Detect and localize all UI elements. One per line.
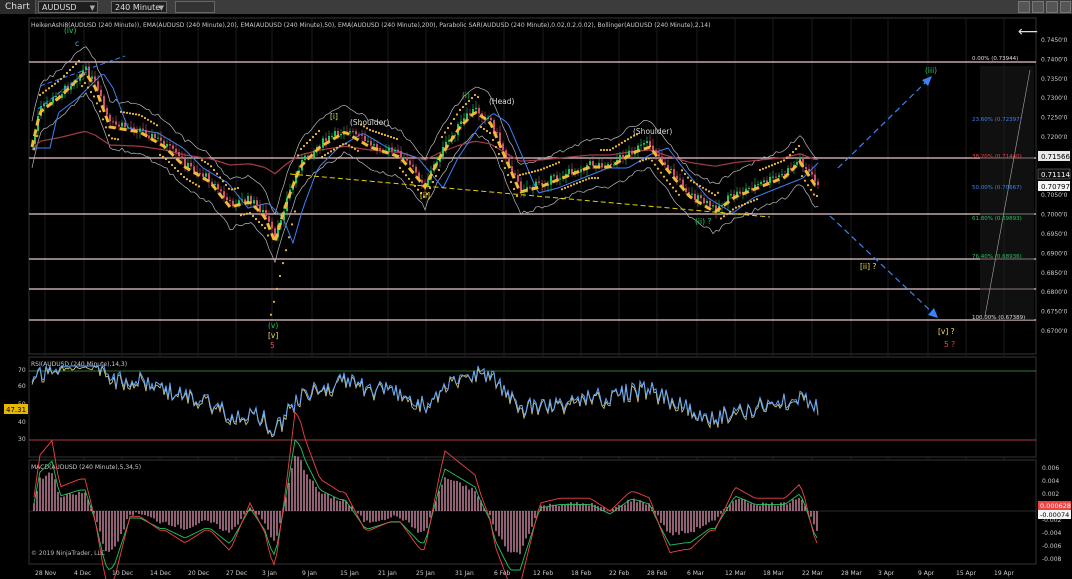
label-shoulder-left: (Shoulder) [350,118,389,127]
x-tick-label: 12 Feb [533,570,553,577]
price-badge-upper: 0.71566 [1041,153,1070,161]
x-tick-label: 9 Apr [918,570,935,577]
label-shoulder-right: (Shoulder) [633,127,672,136]
price-indicators-label: HeikenAshi8(AUDUSD (240 Minute)), EMA(AU… [31,22,710,29]
wave-label-ii-sq-q: [ii] ? [860,262,876,271]
price-tick-label: 0.7350'0 [1041,76,1068,83]
chevron-down-icon: ▼ [158,4,164,12]
macd-badge-upper-text: 0.000628 [1040,502,1071,510]
x-tick-label: 19 Apr [994,570,1014,577]
price-tick-label: 0.6750'0 [1041,309,1068,316]
price-badge-current: 0.71114 [1041,171,1070,179]
wave-label-iv: (iv) [64,26,76,35]
macd-tick-label: 0.002 [1042,491,1059,498]
macd-tick-label: -0.004 [1042,530,1062,537]
price-tick-label: 0.7250'0 [1041,115,1068,122]
x-tick-label: 15 Apr [956,570,976,577]
rsi-tick-label: 30 [18,436,26,443]
interval-selector[interactable]: 240 Minute ▼ [111,1,167,13]
macd-tick-label: 0.004 [1042,478,1059,485]
price-badge-lower: 0.70797 [1041,183,1070,191]
fib-level-label: 61.80% (0.69893) [972,216,1022,222]
x-tick-label: 10 Dec [112,570,133,577]
price-tick-label: 0.6850'0 [1041,270,1068,277]
x-tick-label: 18 Mar [763,570,784,577]
macd-badge-lower-text: -0.00074 [1040,511,1069,519]
wave-label-5-q: 5 ? [944,340,955,349]
x-tick-label: 21 Jan [378,570,397,577]
price-tick-label: 0.7200'0 [1041,134,1068,141]
wave-label-v-sq: [v] [268,331,278,340]
x-tick-label: 18 Feb [571,570,591,577]
fib-level-label: 50.00% (0.70667) [972,185,1022,191]
wave-label-iii: (iii) [925,66,937,75]
toolbar-button-group[interactable] [175,1,215,13]
price-panel[interactable] [28,17,1037,355]
window-menu-button[interactable] [1060,1,1071,13]
x-tick-label: 25 Jan [416,570,435,577]
x-tick-label: 4 Dec [74,570,91,577]
wave-label-ii-q: (ii) ? [695,217,711,226]
window-tile-button[interactable] [1032,1,1044,13]
x-tick-label: 28 Feb [647,570,667,577]
x-tick-label: 28 Mar [841,570,862,577]
fib-level-label: 38.20% (0.71440) [972,154,1022,160]
fib-level-label: 23.60% (0.72397) [972,117,1022,123]
chevron-down-icon: ▼ [89,4,95,12]
x-tick-label: 20 Dec [188,570,209,577]
x-tick-label: 22 Feb [609,570,629,577]
fib-retracement-zone [980,66,1034,320]
x-tick-label: 3 Apr [878,570,895,577]
price-tick-label: 0.6700'0 [1041,328,1068,335]
instrument-selector[interactable]: AUDUSD ▼ [38,1,98,13]
price-tick-label: 0.7300'0 [1041,95,1068,102]
instrument-value: AUDUSD [42,3,77,12]
fib-level-label: 76.40% (0.68936) [972,254,1022,260]
x-tick-label: 14 Dec [150,570,171,577]
macd-tick-label: -0.006 [1042,543,1062,550]
window-close-button[interactable] [1046,1,1058,13]
x-tick-label: 15 Jan [340,570,359,577]
interval-value: 240 Minute [115,3,161,12]
x-tick-label: 22 Mar [802,570,823,577]
price-badges: 0.71566 0.71114 0.70797 [1037,151,1070,191]
x-tick-label: 3 Jan [262,570,277,577]
window-restore-button[interactable] [1018,1,1030,13]
wave-label-v-paren: (v) [268,321,278,330]
rsi-tick-label: 40 [18,419,26,426]
price-tick-label: 0.7050'0 [1041,192,1068,199]
wave-label-ii-sq: [ii] [420,191,430,200]
macd-tick-label: -0.008 [1042,556,1062,563]
rsi-badge-text: 47.31 [6,406,26,414]
rsi-tick-label: 70 [18,367,26,374]
wave-label-i-sq: [i] [330,112,338,121]
wave-label-c: c [75,39,79,48]
back-arrow-icon[interactable]: ⟵ [1018,24,1038,40]
chart-area[interactable]: HeikenAshi8(AUDUSD (240 Minute)), EMA(AU… [0,14,1072,579]
label-head: (Head) [489,97,515,106]
x-tick-label: 27 Dec [226,570,247,577]
x-tick-label: 6 Feb [494,570,511,577]
price-tick-label: 0.6800'0 [1041,289,1068,296]
x-tick-label: 6 Mar [687,570,705,577]
price-tick-label: 0.7450'0 [1041,37,1068,44]
macd-tick-label: 0.006 [1042,465,1059,472]
price-tick-label: 0.6900'0 [1041,250,1068,257]
rsi-tick-label: 60 [18,383,26,390]
fib-level-label: 100.00% (0.67389) [972,315,1025,321]
chart-tab[interactable]: Chart [0,0,36,14]
x-tick-label: 9 Jan [302,570,317,577]
price-tick-label: 0.6950'0 [1041,231,1068,238]
x-tick-label: 12 Mar [725,570,746,577]
copyright-text: © 2019 NinjaTrader, LLC [31,550,105,557]
x-tick-label: 31 Jan [455,570,474,577]
wave-label-5: 5 [270,341,275,350]
price-tick-label: 0.7000'0 [1041,212,1068,219]
wave-label-i-paren: (i) [462,91,470,100]
toolbar: Chart AUDUSD ▼ 240 Minute ▼ [0,0,1072,15]
price-tick-label: 0.7400'0 [1041,56,1068,63]
fib-level-label: 0.00% (0.73944) [972,56,1018,62]
x-tick-label: 28 Nov [35,570,57,577]
wave-label-v-sq-q: [v] ? [938,327,955,336]
